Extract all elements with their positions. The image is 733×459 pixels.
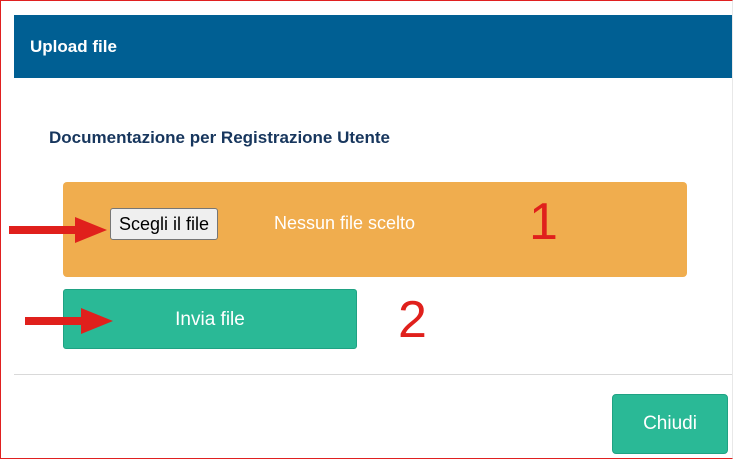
footer-divider <box>14 374 732 375</box>
annotation-arrow-2-icon <box>25 308 113 334</box>
upload-dialog: Upload file Documentazione per Registraz… <box>0 0 733 459</box>
file-input-panel: Scegli il file Nessun file scelto <box>63 182 687 277</box>
section-title: Documentazione per Registrazione Utente <box>49 128 391 147</box>
annotation-arrow-1-icon <box>9 217 107 243</box>
close-button[interactable]: Chiudi <box>612 394 728 454</box>
choose-file-button[interactable]: Scegli il file <box>110 208 219 240</box>
dialog-title: Upload file <box>30 37 117 56</box>
annotation-number-2: 2 <box>398 291 427 349</box>
annotation-number-1: 1 <box>529 193 558 251</box>
dialog-header: Upload file <box>14 15 732 78</box>
file-status-text: Nessun file scelto <box>274 213 416 233</box>
